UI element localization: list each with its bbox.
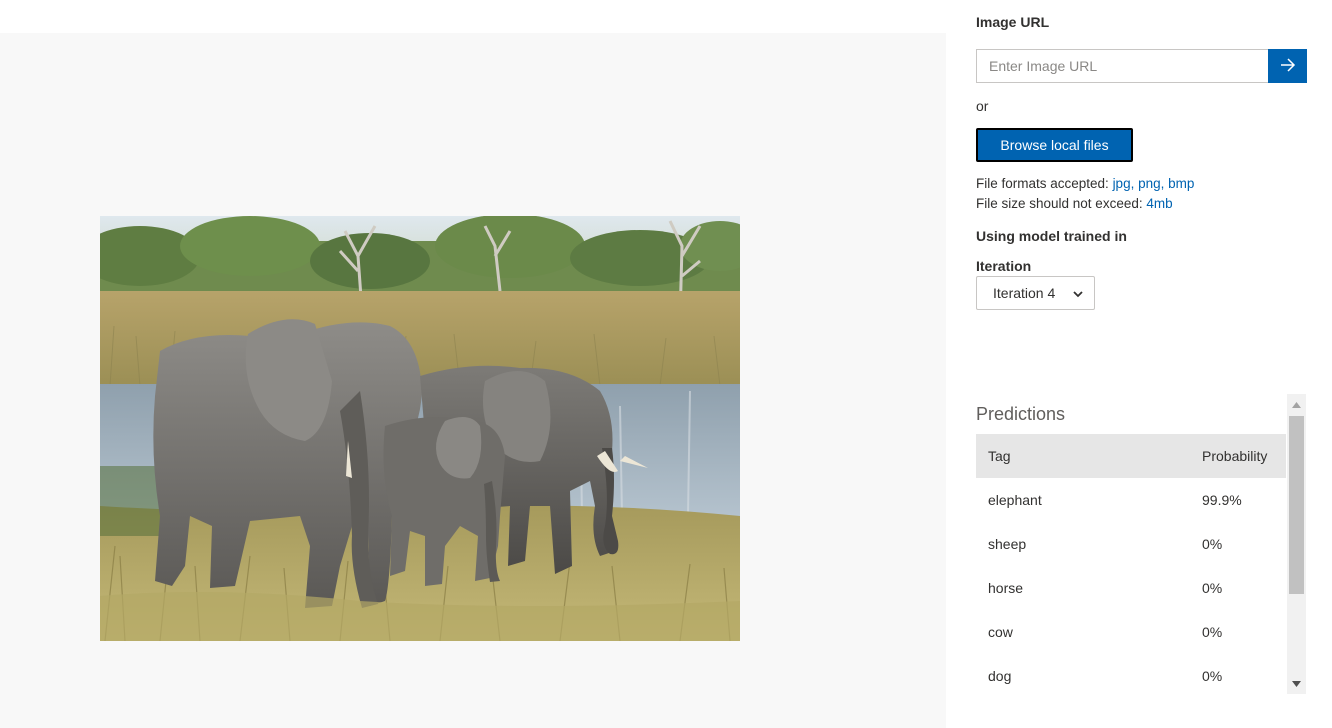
prediction-tag: horse: [988, 580, 1024, 596]
control-panel: Image URL or Browse local files File for…: [976, 0, 1316, 728]
scroll-down-arrow-icon[interactable]: [1287, 675, 1306, 692]
predictions-title: Predictions: [976, 404, 1066, 424]
file-size-value: 4mb: [1146, 196, 1173, 211]
table-row: sheep 0%: [976, 522, 1286, 566]
or-separator: or: [976, 98, 989, 114]
image-url-label: Image URL: [976, 14, 1050, 30]
file-formats-value: jpg, png, bmp: [1112, 176, 1195, 191]
column-header-probability: Probability: [1202, 448, 1268, 464]
table-row: elephant 99.9%: [976, 478, 1286, 522]
iteration-selected-value: Iteration 4: [993, 285, 1056, 301]
prediction-probability: 99.9%: [1202, 492, 1242, 508]
submit-url-button[interactable]: [1268, 49, 1307, 83]
file-formats-info: File formats accepted: jpg, png, bmp: [976, 176, 1194, 191]
prediction-tag: cow: [988, 624, 1013, 640]
iteration-label: Iteration: [976, 258, 1032, 274]
scrollbar-thumb[interactable]: [1289, 416, 1304, 594]
model-label: Using model trained in: [976, 228, 1127, 244]
column-header-tag: Tag: [988, 448, 1011, 464]
iteration-dropdown[interactable]: Iteration 4: [976, 276, 1095, 310]
file-size-label: File size should not exceed:: [976, 196, 1147, 211]
prediction-probability: 0%: [1202, 580, 1223, 596]
arrow-right-icon: [1280, 57, 1296, 75]
custom-vision-quick-test: Image URL or Browse local files File for…: [0, 0, 1332, 728]
chevron-down-icon: [1072, 287, 1084, 303]
uploaded-image: [100, 216, 740, 641]
file-size-info: File size should not exceed: 4mb: [976, 196, 1173, 211]
prediction-tag: sheep: [988, 536, 1027, 552]
table-row: horse 0%: [976, 566, 1286, 610]
predictions-scrollbar[interactable]: [1287, 394, 1306, 694]
prediction-tag: elephant: [988, 492, 1042, 508]
browse-local-files-button[interactable]: Browse local files: [976, 128, 1133, 162]
table-row: cow 0%: [976, 610, 1286, 654]
scroll-up-arrow-icon[interactable]: [1287, 396, 1306, 413]
image-url-input[interactable]: [976, 49, 1268, 83]
prediction-probability: 0%: [1202, 668, 1223, 684]
predictions-table-header: Tag Probability: [976, 434, 1286, 478]
image-preview-area: [0, 33, 946, 728]
prediction-probability: 0%: [1202, 624, 1223, 640]
image-url-row: [976, 49, 1307, 83]
table-row: dog 0%: [976, 654, 1286, 698]
prediction-tag: dog: [988, 668, 1012, 684]
file-formats-label: File formats accepted:: [976, 176, 1113, 191]
predictions-table: Tag Probability elephant 99.9% sheep 0% …: [976, 434, 1286, 698]
prediction-probability: 0%: [1202, 536, 1223, 552]
